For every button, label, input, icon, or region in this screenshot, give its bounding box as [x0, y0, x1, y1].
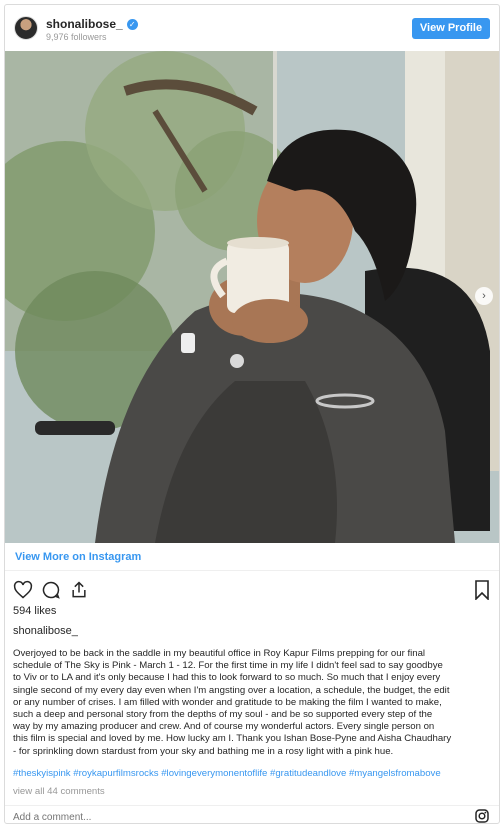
view-all-comments-link[interactable]: view all 44 comments — [13, 786, 105, 797]
instagram-logo-icon[interactable] — [475, 809, 489, 823]
photo-illustration — [5, 51, 499, 543]
caption-hashtags[interactable]: #theskyispink #roykapurfilmsrocks #lovin… — [13, 768, 495, 779]
divider — [5, 570, 499, 571]
heart-icon[interactable] — [13, 580, 33, 600]
next-photo-chevron-icon[interactable]: › — [475, 287, 493, 305]
caption-text: Overjoyed to be back in the saddle in my… — [13, 648, 452, 757]
instagram-embed-card: shonalibose_ ✓ 9,976 followers View Prof… — [4, 4, 500, 824]
followers-count: 9,976 followers — [46, 32, 107, 42]
view-more-on-instagram-link[interactable]: View More on Instagram — [15, 551, 141, 563]
action-bar — [13, 580, 89, 600]
post-header: shonalibose_ ✓ 9,976 followers View Prof… — [5, 5, 499, 51]
verified-badge-icon: ✓ — [126, 18, 138, 30]
bookmark-icon[interactable] — [475, 580, 489, 600]
post-photo[interactable]: › — [5, 51, 499, 543]
username-row: shonalibose_ ✓ — [46, 17, 138, 31]
view-profile-button[interactable]: View Profile — [412, 18, 490, 39]
add-comment-input[interactable] — [13, 812, 433, 823]
caption-username[interactable]: shonalibose_ — [13, 625, 78, 637]
avatar[interactable] — [14, 16, 38, 40]
likes-count: 594 likes — [13, 605, 57, 617]
share-icon[interactable] — [69, 580, 89, 600]
comment-icon[interactable] — [41, 580, 61, 600]
username[interactable]: shonalibose_ — [46, 17, 123, 31]
divider — [5, 805, 499, 806]
